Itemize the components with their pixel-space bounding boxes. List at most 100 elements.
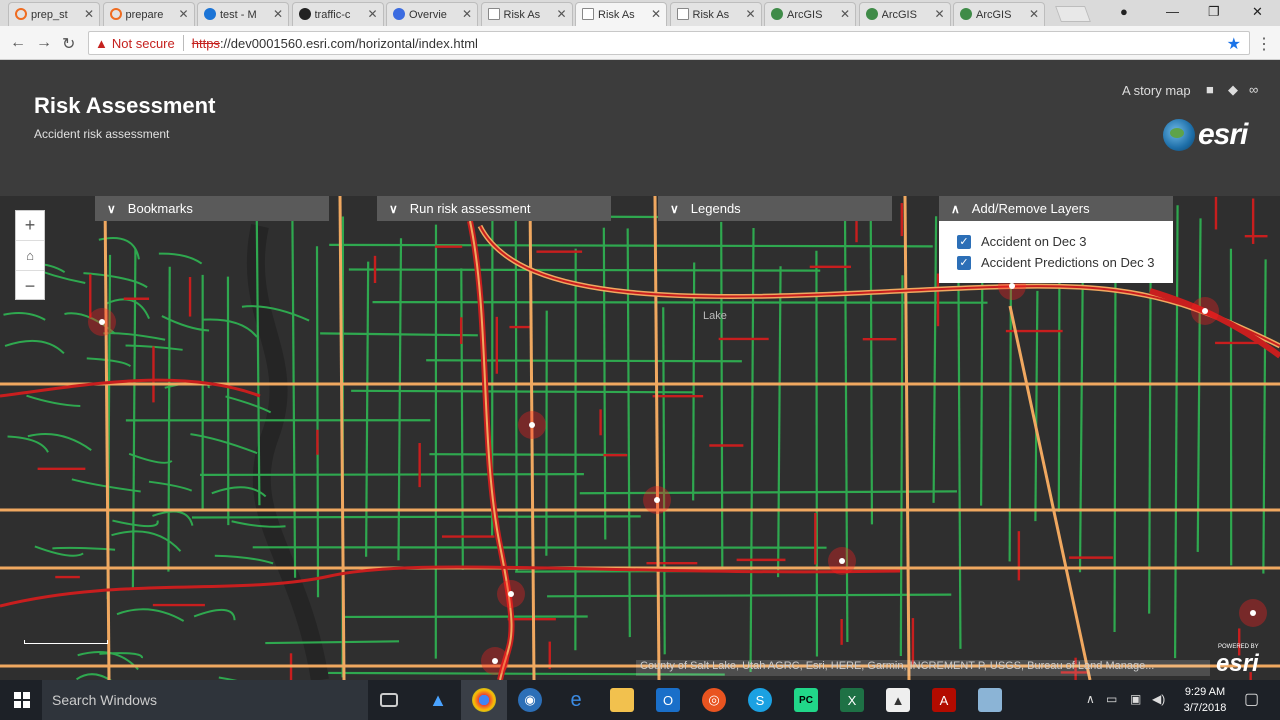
pycharm-icon[interactable]: PC bbox=[794, 688, 818, 712]
more-menu-icon[interactable]: ⋮ bbox=[1256, 34, 1272, 54]
checkbox-checked-icon[interactable]: ✓ bbox=[957, 255, 971, 270]
photos-icon[interactable]: ▲ bbox=[886, 688, 910, 712]
layer-toggle-accidents[interactable]: ✓ Accident on Dec 3 bbox=[957, 234, 1087, 249]
close-window-icon[interactable]: ✕ bbox=[1252, 4, 1263, 20]
chevron-down-icon: ∨ bbox=[107, 201, 116, 216]
accident-marker[interactable] bbox=[99, 319, 105, 325]
link-icon[interactable]: ∞ bbox=[1249, 82, 1258, 97]
zoom-in-button[interactable]: + bbox=[16, 211, 44, 241]
legends-button[interactable]: ∨ Legends bbox=[658, 196, 892, 221]
accident-marker[interactable] bbox=[839, 558, 845, 564]
browser-tab[interactable]: ArcGIS ✕ bbox=[764, 2, 856, 26]
browser-tab[interactable]: ArcGIS ✕ bbox=[858, 2, 951, 26]
show-hidden-icons-icon[interactable]: ∧ bbox=[1086, 692, 1095, 706]
run-risk-assessment-button[interactable]: ∨ Run risk assessment bbox=[377, 196, 611, 221]
browser-tab[interactable]: Risk As ✕ bbox=[480, 2, 573, 26]
local-street bbox=[662, 307, 666, 655]
close-tab-icon[interactable]: ✕ bbox=[651, 7, 661, 21]
local-street bbox=[1113, 250, 1117, 632]
local-street bbox=[52, 546, 116, 551]
close-tab-icon[interactable]: ✕ bbox=[273, 7, 283, 21]
notes-icon[interactable] bbox=[978, 688, 1002, 712]
map-view[interactable]: Lake + ⌂ − ∨ Bookmarks ∨ Run risk assess… bbox=[0, 196, 1280, 680]
local-street bbox=[26, 394, 81, 408]
close-tab-icon[interactable]: ✕ bbox=[745, 7, 755, 21]
accident-marker[interactable] bbox=[654, 497, 660, 503]
address-bar[interactable]: ▲ Not secure https ://dev0001560.esri.co… bbox=[88, 31, 1250, 55]
globe-icon bbox=[1163, 119, 1195, 151]
facebook-icon[interactable]: ■ bbox=[1206, 82, 1214, 97]
chevron-down-icon: ∨ bbox=[389, 201, 398, 216]
accident-marker[interactable] bbox=[529, 422, 535, 428]
skype-icon[interactable]: S bbox=[748, 688, 772, 712]
close-tab-icon[interactable]: ✕ bbox=[178, 7, 188, 21]
ubuntu-icon[interactable]: ◎ bbox=[702, 688, 726, 712]
maximize-icon[interactable]: ❐ bbox=[1208, 4, 1220, 20]
chrome-icon[interactable] bbox=[472, 688, 496, 712]
back-icon[interactable]: ← bbox=[10, 34, 26, 52]
file-explorer-icon[interactable] bbox=[610, 688, 634, 712]
bookmarks-button[interactable]: ∨ Bookmarks bbox=[95, 196, 329, 221]
close-tab-icon[interactable]: ✕ bbox=[84, 7, 94, 21]
local-street bbox=[547, 593, 952, 598]
taskbar-search-input[interactable]: Search Windows bbox=[42, 680, 368, 720]
checkbox-checked-icon[interactable]: ✓ bbox=[957, 234, 971, 249]
forward-icon[interactable]: → bbox=[36, 34, 52, 52]
bookmark-star-icon[interactable]: ★ bbox=[1227, 34, 1241, 54]
accident-marker[interactable] bbox=[1250, 610, 1256, 616]
browser-tab[interactable]: traffic-c ✕ bbox=[291, 2, 384, 26]
close-tab-icon[interactable]: ✕ bbox=[1029, 7, 1039, 21]
excel-icon[interactable]: X bbox=[840, 688, 864, 712]
close-tab-icon[interactable]: ✕ bbox=[840, 7, 850, 21]
outlook-icon[interactable]: O bbox=[656, 688, 680, 712]
arterial-road bbox=[103, 196, 111, 680]
arterial-road bbox=[903, 196, 911, 680]
local-street bbox=[397, 238, 403, 561]
local-street bbox=[720, 221, 724, 569]
profile-icon[interactable]: ● bbox=[1120, 4, 1128, 19]
azure-icon[interactable]: ▲ bbox=[426, 688, 450, 712]
task-view-icon[interactable] bbox=[380, 693, 398, 707]
browser-tab[interactable]: prep_st ✕ bbox=[8, 2, 100, 26]
globe-icon bbox=[771, 8, 783, 20]
accident-marker[interactable] bbox=[508, 591, 514, 597]
browser-tab[interactable]: Risk As ✕ bbox=[575, 2, 667, 26]
acrobat-icon[interactable]: A bbox=[932, 688, 956, 712]
twitter-icon[interactable]: ◆ bbox=[1228, 82, 1238, 98]
local-street bbox=[203, 318, 258, 338]
clock[interactable]: 9:29 AM 3/7/2018 bbox=[1172, 684, 1238, 716]
browser-tab[interactable]: ArcGIS ✕ bbox=[953, 2, 1045, 26]
battery-icon[interactable]: ▭ bbox=[1106, 692, 1117, 706]
zoom-out-button[interactable]: − bbox=[16, 271, 44, 301]
add-remove-layers-button[interactable]: ∧ Add/Remove Layers bbox=[939, 196, 1173, 221]
windows-start-icon[interactable] bbox=[14, 692, 30, 708]
local-street bbox=[128, 452, 173, 464]
accident-marker[interactable] bbox=[492, 658, 498, 664]
accident-marker[interactable] bbox=[1009, 283, 1015, 289]
local-street bbox=[83, 272, 148, 289]
close-tab-icon[interactable]: ✕ bbox=[556, 7, 566, 21]
reload-icon[interactable]: ↻ bbox=[62, 34, 75, 54]
browser-tab[interactable]: Overvie ✕ bbox=[386, 2, 478, 26]
close-tab-icon[interactable]: ✕ bbox=[367, 7, 377, 21]
volume-icon[interactable]: ◀) bbox=[1152, 692, 1165, 706]
close-tab-icon[interactable]: ✕ bbox=[462, 7, 472, 21]
circle-icon bbox=[15, 8, 27, 20]
arcgis-icon[interactable]: ◉ bbox=[518, 688, 542, 712]
browser-tab[interactable]: test - M ✕ bbox=[197, 2, 289, 26]
network-icon[interactable]: ▣ bbox=[1130, 692, 1141, 706]
browser-tab[interactable]: Risk As ✕ bbox=[669, 2, 762, 26]
accident-marker[interactable] bbox=[1202, 308, 1208, 314]
local-street bbox=[190, 433, 258, 455]
edge-icon[interactable]: e bbox=[564, 688, 588, 712]
minimize-icon[interactable]: — bbox=[1166, 4, 1179, 19]
notifications-icon[interactable]: ▢ bbox=[1244, 689, 1259, 709]
new-tab-button[interactable] bbox=[1055, 6, 1091, 22]
close-tab-icon[interactable]: ✕ bbox=[934, 7, 944, 21]
browser-tab[interactable]: prepare ✕ bbox=[102, 2, 195, 26]
layer-toggle-predictions[interactable]: ✓ Accident Predictions on Dec 3 bbox=[957, 255, 1154, 270]
local-street bbox=[241, 305, 310, 322]
local-street bbox=[158, 252, 203, 265]
divider bbox=[182, 35, 184, 51]
home-button[interactable]: ⌂ bbox=[16, 241, 44, 271]
